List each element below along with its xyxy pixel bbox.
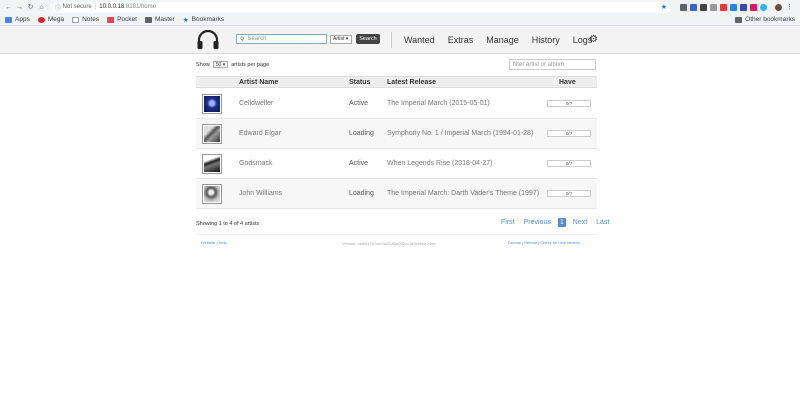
gear-icon[interactable]: ⚙ <box>589 34 598 45</box>
version-text: Version: cb4fd1767dc04a2b80e062cc1d9e2bb… <box>342 241 436 246</box>
page-footer: Website | Help Version: cb4fd1767dc04a2b… <box>196 234 597 246</box>
latest-release-link[interactable]: When Legends Rise (2018-04-27) <box>387 160 492 167</box>
footer-links-left[interactable]: Website | Help <box>201 240 227 245</box>
address-bar[interactable]: ⓘ Not secure | 10.0.0.18:8181/home ★ <box>51 1 671 13</box>
star-icon: ★ <box>182 16 189 24</box>
show-suffix-label: artists per page <box>231 61 270 68</box>
artist-name-link[interactable]: Edward Elgar <box>239 130 281 137</box>
extension-icon[interactable] <box>720 3 727 11</box>
bookmark-mega[interactable]: Mega <box>37 16 64 23</box>
artist-thumbnail[interactable] <box>202 124 222 144</box>
artist-thumbnail[interactable] <box>202 154 222 174</box>
latest-release-link[interactable]: Symphony No. 1 / Imperial March (1994-01… <box>387 130 533 137</box>
latest-release-link[interactable]: The Imperial March (2015-05-01) <box>387 100 490 107</box>
nav-wanted[interactable]: Wanted <box>404 35 435 45</box>
artist-status: Active <box>349 160 369 167</box>
bookmark-star-icon[interactable]: ★ <box>661 3 667 11</box>
have-progress: 0/? <box>547 190 591 197</box>
pocket-icon <box>107 16 115 23</box>
folder-icon <box>735 16 743 23</box>
pager-next[interactable]: Next <box>571 218 589 227</box>
have-progress: 0/? <box>547 160 591 167</box>
extension-icon[interactable] <box>730 3 737 11</box>
col-latest-release[interactable]: Latest Release <box>387 79 436 86</box>
extension-icon[interactable] <box>700 3 707 11</box>
pager-previous[interactable]: Previous <box>522 218 553 227</box>
bookmark-notes[interactable]: Notes <box>72 16 99 23</box>
artist-thumbnail[interactable] <box>202 94 222 114</box>
bookmark-bookmarks[interactable]: ★ Bookmarks <box>183 16 224 24</box>
filter-input[interactable]: filter artist or album <box>509 59 596 70</box>
apps-icon <box>5 16 12 23</box>
page-icon <box>72 16 80 23</box>
pager-first[interactable]: First <box>499 218 517 227</box>
artist-thumbnail[interactable] <box>202 184 222 204</box>
table-row: Godsmack Active When Legends Rise (2018-… <box>196 149 597 179</box>
search-icon: ⚲ <box>240 36 245 43</box>
latest-release-link[interactable]: The Imperial March: Darth Vader's Theme … <box>387 190 539 197</box>
pager-last[interactable]: Last <box>594 218 611 227</box>
folder-icon <box>144 16 152 23</box>
other-bookmarks[interactable]: Other bookmarks <box>735 16 795 23</box>
main-nav: Wanted Extras Manage History Logs <box>404 35 605 45</box>
artist-status: Loading <box>349 190 374 197</box>
search-bar: ⚲ Search Artist ▾ Search <box>236 34 380 44</box>
page-size-control: Show 50 ▾ artists per page <box>196 61 269 68</box>
search-type-select[interactable]: Artist ▾ <box>330 34 352 44</box>
browser-toolbar: ← → ↻ ⌂ ⓘ Not secure | 10.0.0.18:8181/ho… <box>0 0 800 14</box>
table-row: John Williams Loading The Imperial March… <box>196 179 597 209</box>
forward-icon[interactable]: → <box>15 3 24 12</box>
menu-icon[interactable]: ⋮ <box>785 3 794 12</box>
bookmarks-bar: Apps Mega Notes Pocket Master ★ Bookmarks… <box>0 14 800 26</box>
table-row: Celldweller Active The Imperial March (2… <box>196 89 597 119</box>
divider <box>391 32 392 48</box>
nav-manage[interactable]: Manage <box>486 35 519 45</box>
extension-icon[interactable] <box>690 3 697 11</box>
extension-icon[interactable] <box>740 3 747 11</box>
have-progress: 0/? <box>547 100 591 107</box>
table-header: Artist Name Status Latest Release Have <box>196 76 597 88</box>
have-progress: 0/? <box>547 130 591 137</box>
bookmark-pocket[interactable]: Pocket <box>107 16 137 23</box>
extension-icon[interactable] <box>750 3 757 11</box>
col-have[interactable]: Have <box>559 79 576 86</box>
mega-icon <box>37 16 45 23</box>
artist-status: Active <box>349 100 369 107</box>
artist-name-link[interactable]: John Williams <box>239 190 282 197</box>
bookmark-master[interactable]: Master <box>144 16 175 23</box>
nav-history[interactable]: History <box>532 35 560 45</box>
showing-count: Showing 1 to 4 of 4 artists <box>196 221 260 227</box>
search-input[interactable]: ⚲ Search <box>236 34 327 44</box>
footer-links-right[interactable]: Donate | Reboot | Check for new version <box>508 240 580 245</box>
back-icon[interactable]: ← <box>4 3 13 12</box>
profile-avatar[interactable] <box>775 3 782 11</box>
url-text: 10.0.0.18:8181/home <box>99 4 156 10</box>
extension-icon[interactable] <box>760 3 767 11</box>
pager-page-1[interactable]: 1 <box>557 218 566 227</box>
extension-icon[interactable] <box>710 3 717 11</box>
reload-icon[interactable]: ↻ <box>26 3 35 12</box>
bookmark-apps[interactable]: Apps <box>5 16 30 23</box>
extension-icon[interactable] <box>680 3 687 11</box>
col-status[interactable]: Status <box>349 79 370 86</box>
security-label: Not secure <box>62 4 92 10</box>
col-artist-name[interactable]: Artist Name <box>239 79 278 86</box>
show-label: Show <box>196 61 210 68</box>
page-size-select[interactable]: 50 ▾ <box>212 61 229 68</box>
artist-name-link[interactable]: Godsmack <box>239 160 272 167</box>
nav-extras[interactable]: Extras <box>448 35 474 45</box>
app-header: ⚲ Search Artist ▾ Search Wanted Extras M… <box>0 26 800 54</box>
table-row: Edward Elgar Loading Symphony No. 1 / Im… <box>196 119 597 149</box>
info-icon: ⓘ <box>55 5 63 12</box>
pagination: First Previous 1 Next Last <box>494 218 611 227</box>
headphones-logo-icon[interactable] <box>196 30 220 50</box>
artist-name-link[interactable]: Celldweller <box>239 100 273 107</box>
artist-status: Loading <box>349 130 374 137</box>
search-button[interactable]: Search <box>356 34 380 44</box>
home-icon[interactable]: ⌂ <box>37 3 46 12</box>
